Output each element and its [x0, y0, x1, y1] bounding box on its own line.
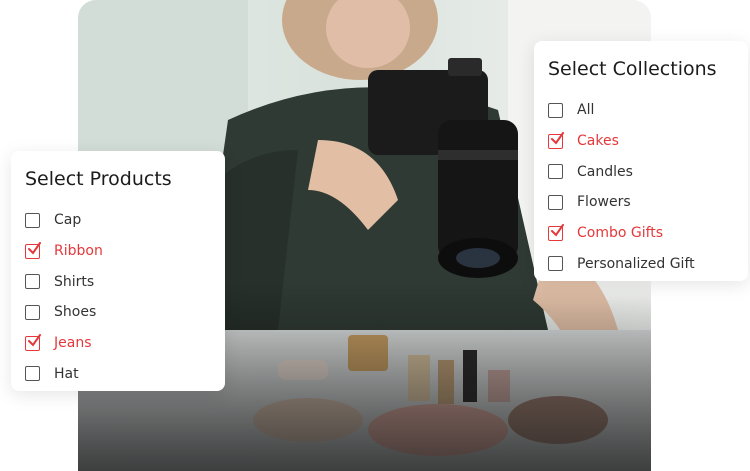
collections-option-label: Flowers: [577, 194, 631, 211]
collections-option[interactable]: Cakes: [548, 126, 695, 157]
products-option-label: Ribbon: [54, 243, 103, 260]
checkbox-unchecked-icon[interactable]: [548, 194, 563, 210]
select-collections-title: Select Collections: [548, 58, 717, 80]
checkmark-icon: [551, 223, 564, 237]
products-option-label: Shoes: [54, 304, 97, 321]
collections-option-label: Combo Gifts: [577, 225, 664, 242]
checkbox-unchecked-icon[interactable]: [25, 366, 40, 382]
checkmark-icon: [28, 333, 41, 347]
checkbox-unchecked-icon[interactable]: [548, 256, 563, 272]
collections-option[interactable]: Personalized Gift: [548, 248, 695, 279]
checkbox-checked-icon[interactable]: [548, 131, 564, 149]
collections-option-label: Candles: [577, 163, 633, 180]
products-option-label: Shirts: [54, 273, 95, 290]
products-list: Cap Ribbon Shirts Shoes Jeans Hat: [25, 205, 103, 389]
collections-option-label: Personalized Gift: [577, 255, 695, 272]
checkbox-unchecked-icon[interactable]: [548, 164, 563, 180]
products-option-label: Hat: [54, 365, 79, 382]
collections-option[interactable]: All: [548, 95, 695, 126]
products-option[interactable]: Jeans: [25, 328, 103, 359]
checkbox-checked-icon[interactable]: [25, 333, 41, 351]
select-collections-card: Select Collections All Cakes Candles Flower…: [534, 41, 748, 281]
checkbox-checked-icon[interactable]: [25, 241, 41, 259]
checkmark-icon: [551, 131, 564, 145]
products-option[interactable]: Hat: [25, 358, 103, 389]
collections-option[interactable]: Candles: [548, 156, 695, 187]
checkbox-unchecked-icon[interactable]: [25, 212, 40, 228]
collections-option-label: Cakes: [577, 133, 619, 150]
products-option[interactable]: Cap: [25, 205, 103, 236]
collections-option[interactable]: Combo Gifts: [548, 218, 695, 249]
select-products-card: Select Products Cap Ribbon Shirts Shoes Jean…: [11, 151, 225, 391]
checkbox-unchecked-icon[interactable]: [25, 304, 40, 320]
collections-option[interactable]: Flowers: [548, 187, 695, 218]
checkbox-unchecked-icon[interactable]: [25, 274, 40, 290]
collections-option-label: All: [577, 102, 595, 119]
select-products-title: Select Products: [25, 168, 172, 190]
products-option[interactable]: Shirts: [25, 266, 103, 297]
checkmark-icon: [28, 241, 41, 255]
products-option[interactable]: Ribbon: [25, 236, 103, 267]
checkbox-checked-icon[interactable]: [548, 223, 564, 241]
collections-list: All Cakes Candles Flowers Combo Gifts Persona…: [548, 95, 695, 279]
products-option-label: Jeans: [54, 335, 92, 352]
checkbox-unchecked-icon[interactable]: [548, 102, 563, 118]
products-option[interactable]: Shoes: [25, 297, 103, 328]
products-option-label: Cap: [54, 212, 82, 229]
